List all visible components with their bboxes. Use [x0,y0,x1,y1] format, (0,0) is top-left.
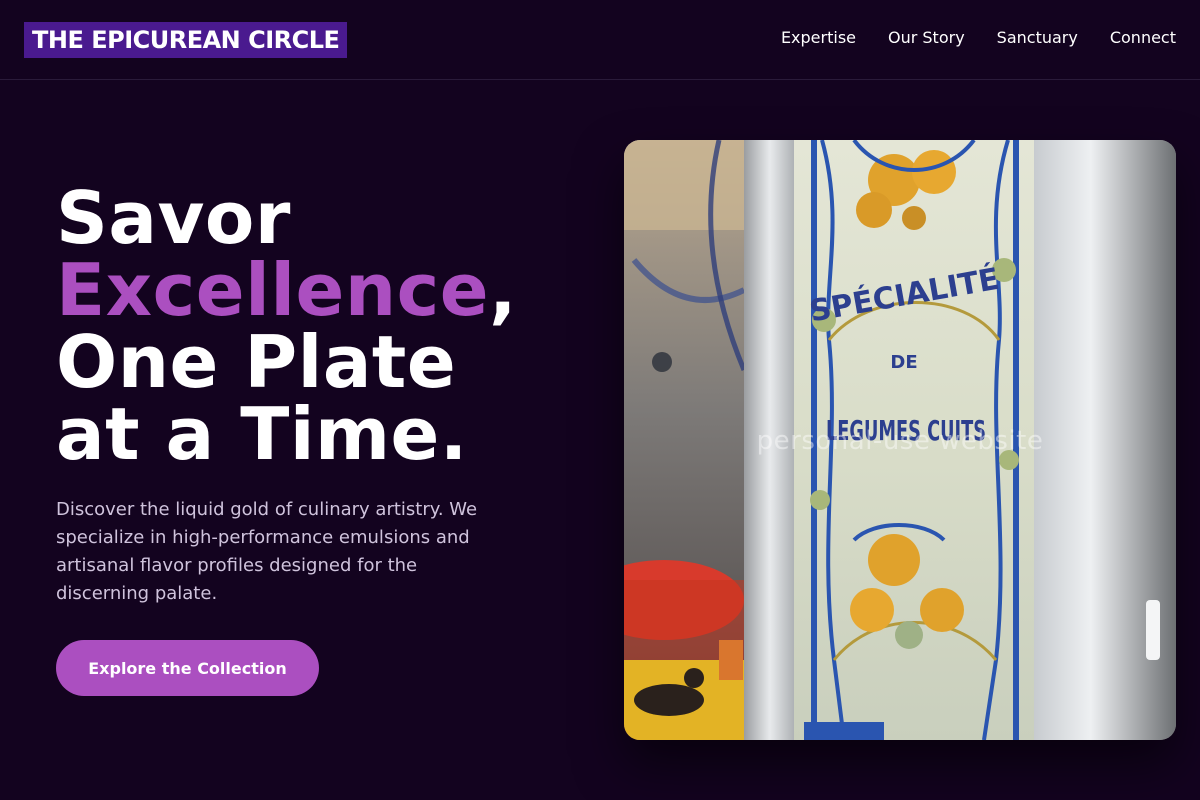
sign-text-line-2: DE [890,352,917,373]
nav-link-sanctuary[interactable]: Sanctuary [997,28,1078,48]
nav-link-connect[interactable]: Connect [1110,28,1176,48]
nav-link-expertise[interactable]: Expertise [781,28,856,48]
site-header: THE EPICUREAN CIRCLE Expertise Our Story… [0,0,1200,80]
main-nav: Expertise Our Story Sanctuary Connect [781,28,1176,48]
hero-description: Discover the liquid gold of culinary art… [56,499,478,604]
hero-image: SPÉCIALITÉ DE LEGUMES CUITS personal-use… [624,140,1176,740]
hero-title-comma: , [489,248,517,332]
hero-title-line-4: at a Time. [56,392,468,476]
explore-collection-button[interactable]: Explore the Collection [56,640,319,696]
brand-logo[interactable]: THE EPICUREAN CIRCLE [24,22,348,58]
hero-title: Savor Excellence, One Plate at a Time. [56,182,576,470]
shop-sign-photo: SPÉCIALITÉ DE LEGUMES CUITS [624,140,1176,740]
nav-link-our-story[interactable]: Our Story [888,28,965,48]
sign-text-line-3: LEGUMES CUITS [826,414,986,447]
